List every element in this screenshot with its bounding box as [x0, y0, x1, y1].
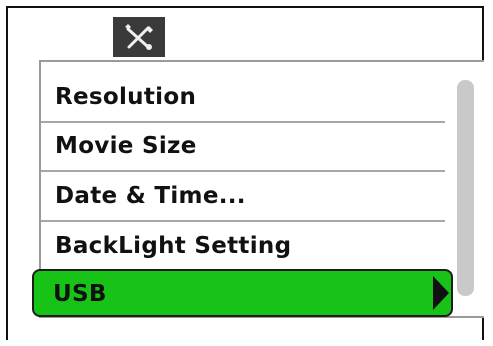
setup-tab[interactable] — [113, 17, 165, 57]
divider — [41, 220, 445, 222]
divider — [41, 170, 445, 172]
submenu-arrow-icon — [433, 276, 449, 310]
menu-item-movie-size[interactable]: Movie Size — [41, 124, 445, 172]
tools-icon — [125, 24, 153, 50]
scrollbar[interactable] — [457, 80, 474, 296]
menu-item-resolution[interactable]: Resolution — [41, 75, 445, 123]
menu-item-label: BackLight Setting — [55, 233, 292, 259]
menu-item-label: Resolution — [55, 84, 197, 110]
menu-item-label: Movie Size — [55, 133, 197, 159]
menu-item-label: Date & Time... — [55, 183, 246, 209]
menu-item-backlight-setting[interactable]: BackLight Setting — [41, 224, 445, 272]
menu-item-date-time[interactable]: Date & Time... — [41, 174, 445, 222]
menu-item-usb[interactable]: USB — [32, 269, 453, 317]
divider — [41, 121, 445, 123]
menu-item-label: USB — [53, 281, 107, 307]
